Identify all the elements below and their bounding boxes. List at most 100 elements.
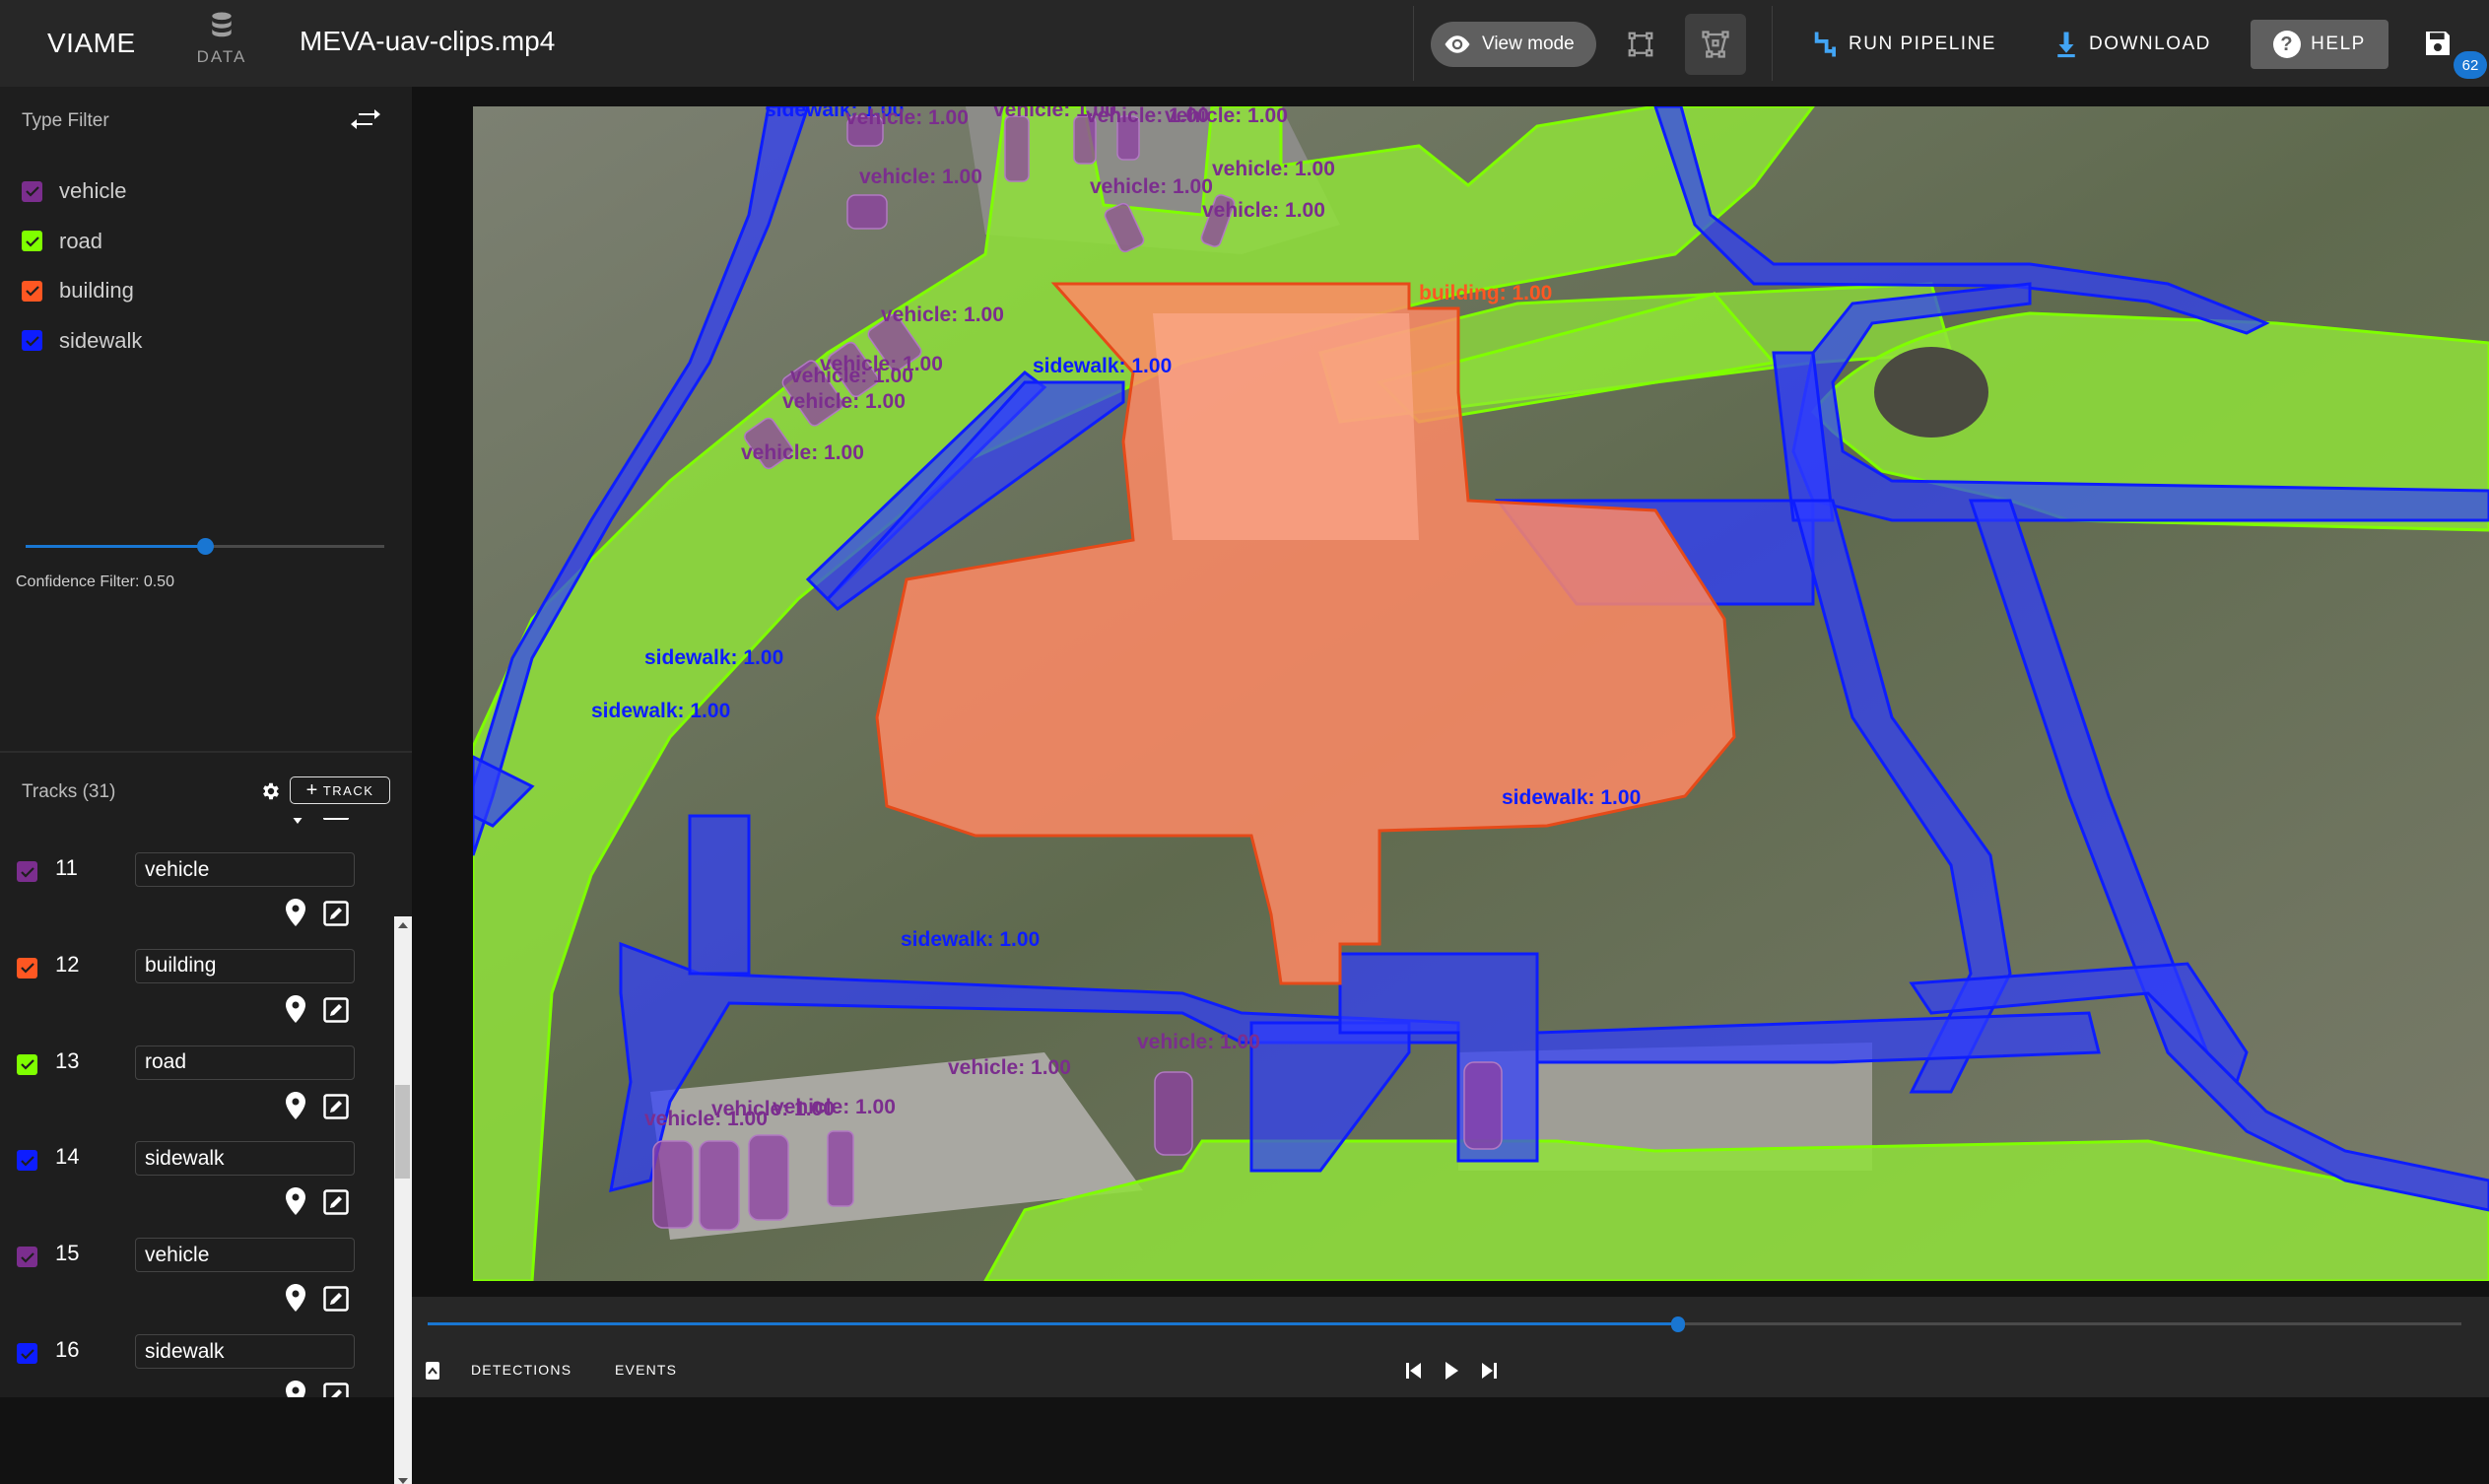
track-row[interactable]: 16 — [0, 1327, 394, 1397]
gear-icon[interactable] — [260, 780, 282, 802]
tab-detections[interactable]: DETECTIONS — [471, 1362, 572, 1378]
type-label: sidewalk — [59, 327, 143, 353]
track-id: 11 — [55, 855, 78, 880]
track-row[interactable]: 11 — [0, 845, 394, 942]
track-type-input[interactable] — [135, 1334, 355, 1369]
previous-frame-icon[interactable] — [1403, 1360, 1425, 1382]
track-checkbox[interactable] — [17, 1150, 37, 1172]
location-pin-icon[interactable] — [286, 1187, 305, 1216]
video-viewer[interactable]: sidewalk: 1.00 vehicle: 1.00 vehicle: 1.00… — [412, 87, 2489, 1297]
save-icon[interactable] — [2422, 28, 2454, 59]
checkmark-icon — [20, 1348, 34, 1360]
vehicle-polygon — [1154, 1071, 1193, 1156]
timeline-slider[interactable] — [428, 1315, 2461, 1334]
polygon-tool-button[interactable] — [1685, 14, 1746, 75]
detection-label-vehicle: vehicle: 1.00 — [881, 304, 1004, 326]
type-filter-item-building[interactable]: building — [22, 273, 134, 308]
detection-label-vehicle: vehicle: 1.00 — [1137, 1031, 1260, 1053]
caret-down-icon[interactable] — [292, 818, 303, 824]
play-icon[interactable] — [1441, 1360, 1462, 1382]
track-list: 11 12 13 14 15 16 — [0, 818, 394, 1397]
app-bar: VIAME DATA MEVA-uav-clips.mp4 View mode … — [0, 0, 2489, 87]
chevron-up-icon — [428, 1367, 437, 1375]
track-type-input[interactable] — [135, 1045, 355, 1080]
toolbar-divider — [1413, 6, 1414, 81]
track-type-input[interactable] — [135, 1141, 355, 1177]
track-checkbox[interactable] — [17, 1053, 37, 1075]
type-label: building — [59, 278, 134, 303]
video-frame[interactable]: sidewalk: 1.00 vehicle: 1.00 vehicle: 1.00… — [473, 106, 2489, 1281]
edit-icon[interactable] — [323, 1286, 349, 1312]
timeline-thumb[interactable] — [1671, 1316, 1686, 1332]
edit-icon[interactable] — [323, 1093, 349, 1119]
location-pin-icon[interactable] — [286, 1284, 305, 1313]
track-row[interactable]: 14 — [0, 1134, 394, 1231]
confidence-slider-thumb[interactable] — [197, 538, 214, 555]
track-type-input[interactable] — [135, 1238, 355, 1273]
detection-label-vehicle: vehicle: 1.00 — [741, 441, 864, 464]
location-pin-icon[interactable] — [286, 1381, 305, 1397]
type-filter-item-sidewalk[interactable]: sidewalk — [22, 323, 142, 359]
edit-icon[interactable] — [323, 997, 349, 1023]
track-type-input[interactable] — [135, 948, 355, 983]
app-brand[interactable]: VIAME — [47, 28, 136, 59]
confidence-slider-fill — [26, 545, 205, 548]
type-checkbox[interactable] — [22, 280, 42, 302]
vehicle-polygon — [827, 1130, 854, 1207]
edit-icon[interactable] — [323, 818, 349, 820]
tab-events[interactable]: EVENTS — [615, 1362, 677, 1378]
type-filter-title: Type Filter — [22, 110, 109, 131]
edit-icon[interactable] — [323, 901, 349, 926]
collapse-panel-button[interactable] — [426, 1362, 439, 1380]
download-button[interactable]: DOWNLOAD — [2052, 22, 2211, 67]
sidebar: Type Filter vehicle road building sidewalk … — [0, 87, 412, 1484]
type-filter-item-road[interactable]: road — [22, 224, 102, 259]
scroll-up-arrow-icon[interactable] — [398, 922, 408, 928]
track-checkbox[interactable] — [17, 1343, 37, 1364]
scroll-down-arrow-icon[interactable] — [398, 1478, 408, 1484]
type-checkbox[interactable] — [22, 231, 42, 251]
run-pipeline-button[interactable]: RUN PIPELINE — [1811, 22, 1996, 67]
detection-label-vehicle: vehicle: 1.00 — [773, 1096, 896, 1118]
type-filter-item-vehicle[interactable]: vehicle — [22, 173, 126, 209]
view-mode-button[interactable]: View mode — [1431, 22, 1596, 67]
track-type-input[interactable] — [135, 852, 355, 887]
rectangle-tool-button[interactable] — [1610, 14, 1671, 75]
location-pin-icon[interactable] — [286, 899, 305, 926]
detection-label-building: building: 1.00 — [1419, 282, 1553, 304]
location-pin-icon[interactable] — [286, 994, 305, 1023]
swap-icon[interactable] — [351, 106, 380, 132]
edit-icon[interactable] — [323, 1383, 349, 1397]
confidence-slider[interactable] — [26, 532, 384, 562]
type-checkbox[interactable] — [22, 180, 42, 202]
polygon-icon — [1702, 31, 1729, 58]
next-frame-icon[interactable] — [1478, 1360, 1500, 1382]
data-label: DATA — [196, 47, 247, 66]
type-checkbox[interactable] — [22, 330, 42, 351]
timeline-fill — [428, 1322, 1679, 1325]
detection-label-sidewalk: sidewalk: 1.00 — [1033, 355, 1173, 377]
track-list-scrollbar[interactable] — [394, 916, 412, 1484]
track-checkbox[interactable] — [17, 957, 37, 978]
track-row[interactable]: 12 — [0, 942, 394, 1039]
detection-label-vehicle: vehicle: 1.00 — [790, 365, 913, 387]
help-label: HELP — [2311, 34, 2366, 54]
sidewalk-polygon — [688, 814, 751, 976]
checkmark-icon — [25, 286, 39, 297]
track-row[interactable]: 13 — [0, 1039, 394, 1135]
add-track-button[interactable]: + TRACK — [290, 776, 390, 804]
location-pin-icon[interactable] — [286, 1091, 305, 1119]
planter — [1874, 347, 1988, 438]
detection-label-vehicle: vehicle: 1.00 — [782, 390, 906, 413]
vehicle-polygon — [1004, 115, 1030, 182]
edit-icon[interactable] — [323, 1189, 349, 1216]
data-button[interactable]: DATA — [187, 12, 256, 77]
detection-label-vehicle: vehicle: 1.00 — [845, 106, 969, 129]
plus-icon: + — [305, 778, 319, 801]
track-checkbox[interactable] — [17, 861, 37, 882]
help-button[interactable]: ? HELP — [2251, 20, 2388, 69]
detection-label-vehicle: vehicle: 1.00 — [859, 166, 982, 188]
track-checkbox[interactable] — [17, 1247, 37, 1268]
track-row[interactable]: 15 — [0, 1231, 394, 1327]
scrollbar-thumb[interactable] — [395, 1085, 410, 1179]
